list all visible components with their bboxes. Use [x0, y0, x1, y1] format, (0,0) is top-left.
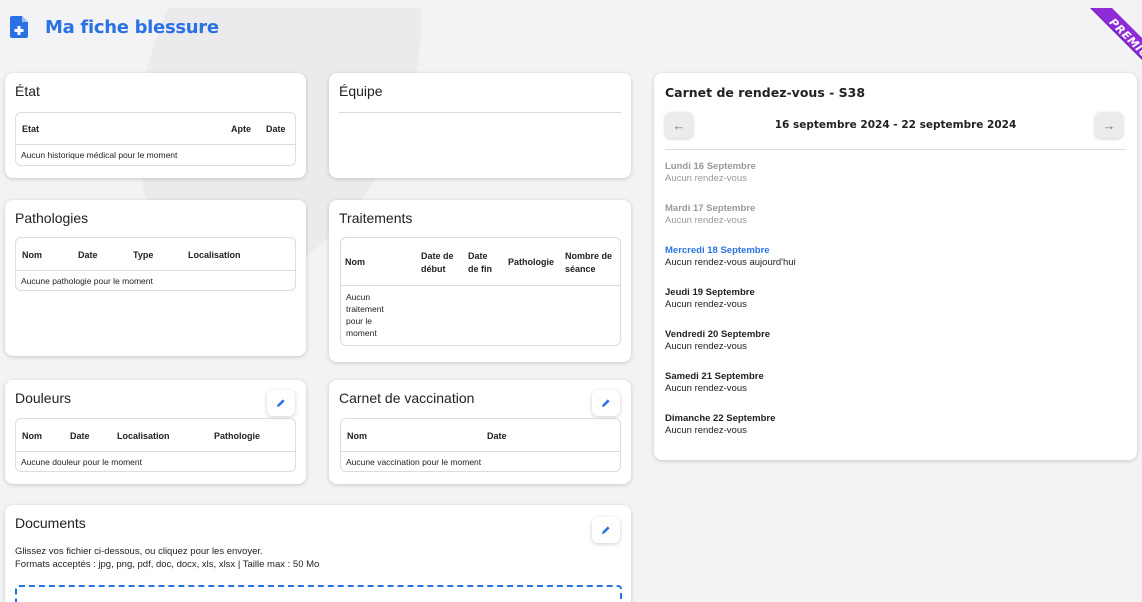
column-header: Localisation [117, 431, 170, 441]
column-header: Date [78, 250, 98, 260]
pathologies-title: Pathologies [15, 210, 89, 226]
edit-vaccination-button[interactable] [592, 390, 620, 416]
column-header: Type [133, 250, 154, 260]
documents-card: Documents Glissez vos fichier ci-dessous… [5, 505, 631, 602]
column-header: Date [487, 431, 507, 441]
day-name: Samedi 21 Septembre [665, 371, 764, 382]
edit-documents-button[interactable] [592, 517, 620, 543]
pencil-icon [602, 399, 610, 407]
vaccination-title: Carnet de vaccination [339, 390, 475, 406]
upload-formats: Formats acceptés : jpg, png, pdf, doc, d… [15, 559, 320, 570]
empty-row: Aucun historique médical pour le moment [21, 150, 178, 160]
calendar-week-range: 16 septembre 2024 - 22 septembre 2024 [654, 119, 1137, 131]
column-header: Pathologie [214, 431, 261, 441]
column-header: Nom [347, 431, 367, 441]
pencil-icon [602, 526, 610, 534]
douleurs-table: Nom Date Localisation Pathologie Aucune … [15, 418, 296, 472]
upload-instructions: Glissez vos fichier ci-dessous, ou cliqu… [15, 546, 263, 557]
page: Ma fiche blessure PREMIUM État Etat Apte… [0, 8, 1142, 602]
calendar-day-tuesday: Mardi 17 Septembre Aucun rendez-vous [665, 203, 755, 227]
page-header: Ma fiche blessure [10, 16, 219, 38]
column-header: Date de début [421, 251, 454, 274]
day-name: Mardi 17 Septembre [665, 203, 756, 214]
divider [665, 149, 1126, 150]
etat-card: État Etat Apte Date Aucun historique méd… [5, 73, 306, 178]
equipe-card: Équipe [329, 73, 631, 178]
column-header: Etat [22, 124, 40, 134]
day-note: Aucun rendez-vous [665, 341, 747, 352]
day-note: Aucun rendez-vous [665, 425, 747, 436]
traitements-table: Nom Date de début Date de fin Pathologie… [340, 237, 621, 346]
range-end: 22 septembre 2024 [901, 119, 1017, 131]
range-separator: - [889, 119, 902, 131]
pencil-icon [277, 399, 285, 407]
calendar-day-thursday: Jeudi 19 Septembre Aucun rendez-vous [665, 287, 755, 311]
medical-file-icon [10, 16, 28, 38]
table-header: Nom Date Localisation Pathologie [16, 419, 295, 452]
empty-row: Aucune douleur pour le moment [21, 457, 142, 467]
calendar-day-sunday: Dimanche 22 Septembre Aucun rendez-vous [665, 413, 775, 437]
table-header: Nom Date de début Date de fin Pathologie… [341, 238, 620, 286]
calendar-card: Carnet de rendez-vous - S38 ← 16 septemb… [654, 73, 1137, 460]
table-header: Etat Apte Date [16, 113, 295, 145]
pathologies-table: Nom Date Type Localisation Aucune pathol… [15, 237, 296, 291]
table-header: Nom Date [341, 419, 620, 452]
etat-table: Etat Apte Date Aucun historique médical … [15, 112, 296, 166]
day-note: Aucun rendez-vous [665, 299, 747, 310]
douleurs-title: Douleurs [15, 390, 72, 406]
column-header: Nom [22, 250, 42, 260]
documents-title: Documents [15, 515, 86, 531]
edit-douleurs-button[interactable] [267, 390, 295, 416]
arrow-right-icon: → [1102, 117, 1116, 133]
calendar-day-wednesday: Mercredi 18 Septembre Aucun rendez-vous … [665, 245, 796, 269]
day-name: Mercredi 18 Septembre [665, 245, 770, 256]
empty-row: Aucune pathologie pour le moment [21, 276, 153, 286]
column-header: Nom [22, 431, 42, 441]
column-header: Nom [345, 257, 365, 267]
column-header: Localisation [188, 250, 241, 260]
traitements-card: Traitements Nom Date de début Date de fi… [329, 200, 631, 362]
etat-title: État [15, 83, 40, 99]
table-header: Nom Date Type Localisation [16, 238, 295, 271]
calendar-day-friday: Vendredi 20 Septembre Aucun rendez-vous [665, 329, 770, 353]
calendar-day-saturday: Samedi 21 Septembre Aucun rendez-vous [665, 371, 764, 395]
next-week-button[interactable]: → [1095, 112, 1123, 138]
page-title: Ma fiche blessure [45, 16, 219, 38]
empty-row: Aucun traitement pour le moment [346, 292, 384, 338]
day-name: Dimanche 22 Septembre [665, 413, 776, 424]
documents-instructions: Glissez vos fichier ci-dessous, ou cliqu… [15, 545, 319, 571]
calendar-title: Carnet de rendez-vous - S38 [665, 85, 866, 100]
douleurs-card: Douleurs Nom Date Localisation Pathologi… [5, 380, 306, 484]
column-header: Date de fin [468, 251, 492, 274]
day-note: Aucun rendez-vous [665, 173, 747, 184]
traitements-title: Traitements [339, 210, 413, 226]
vaccination-card: Carnet de vaccination Nom Date Aucune va… [329, 380, 631, 484]
equipe-title: Équipe [339, 83, 383, 99]
column-header: Date [70, 431, 90, 441]
day-note: Aucun rendez-vous aujourd'hui [665, 257, 796, 268]
column-header: Apte [231, 124, 251, 134]
upload-dropzone[interactable] [15, 585, 622, 602]
pathologies-card: Pathologies Nom Date Type Localisation A… [5, 200, 306, 356]
calendar-day-monday: Lundi 16 Septembre Aucun rendez-vous [665, 161, 756, 185]
column-header: Pathologie [508, 257, 555, 267]
vaccination-table: Nom Date Aucune vaccination pour le mome… [340, 418, 621, 472]
day-note: Aucun rendez-vous [665, 383, 747, 394]
column-header: Nombre de séance [565, 251, 613, 274]
divider [339, 112, 621, 113]
empty-row: Aucune vaccination pour le moment [346, 457, 482, 467]
range-start: 16 septembre 2024 [774, 119, 890, 131]
day-name: Vendredi 20 Septembre [665, 329, 771, 340]
day-name: Lundi 16 Septembre [665, 161, 756, 172]
day-name: Jeudi 19 Septembre [665, 287, 755, 298]
day-note: Aucun rendez-vous [665, 215, 747, 226]
column-header: Date [266, 124, 286, 134]
